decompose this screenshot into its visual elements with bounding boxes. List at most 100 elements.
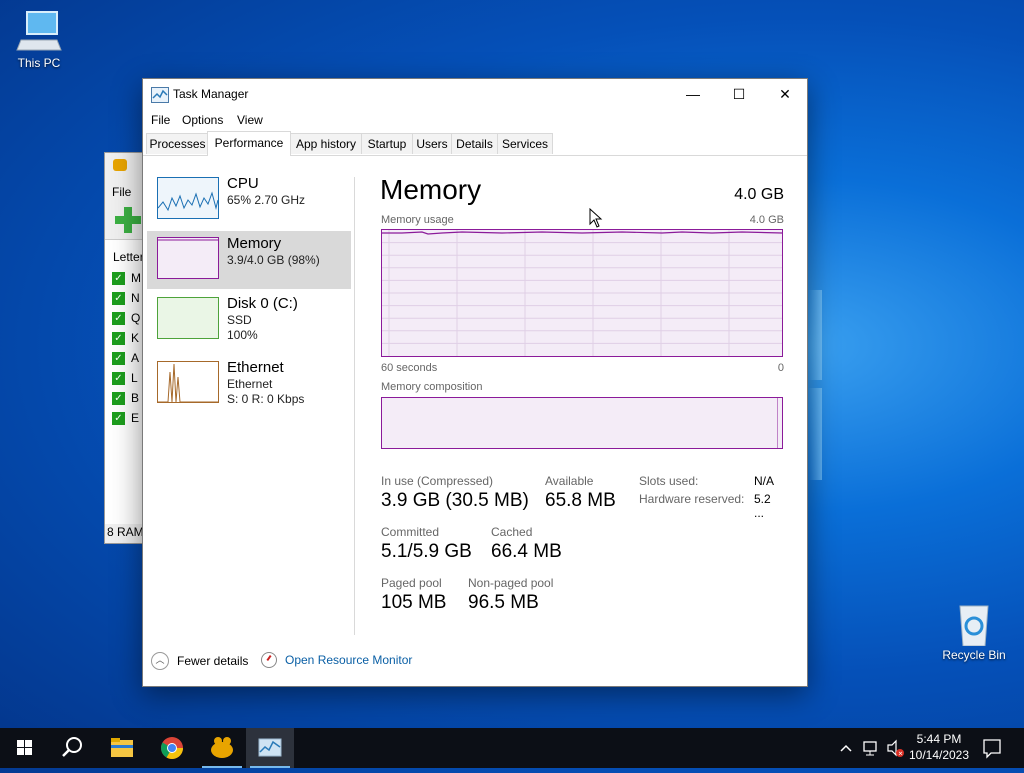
sidebar-item-cpu[interactable]: CPU 65% 2.70 GHz xyxy=(147,171,351,229)
tab-processes[interactable]: Processes xyxy=(146,133,209,154)
sidebar-item-label: Memory xyxy=(227,235,282,252)
cached-value: 66.4 MB xyxy=(491,541,562,562)
checkbox[interactable]: ✓ xyxy=(112,291,125,305)
task-manager-window[interactable]: Task Manager — ☐ ✕ File Options View Pro… xyxy=(142,78,808,687)
search-button[interactable] xyxy=(48,728,96,768)
chevron-up-icon xyxy=(840,744,852,752)
pane-divider[interactable] xyxy=(354,177,355,635)
item-label: N xyxy=(131,291,140,305)
open-resource-monitor-link[interactable]: Open Resource Monitor xyxy=(261,652,412,668)
file-explorer-button[interactable] xyxy=(98,728,146,768)
add-icon[interactable] xyxy=(115,207,141,233)
disk-thumbnail-graph xyxy=(157,297,219,339)
tab-services[interactable]: Services xyxy=(497,133,553,154)
time-axis-right: 0 xyxy=(777,362,784,374)
memory-detail-pane: Memory 4.0 GB Memory usage 4.0 GB 60 sec… xyxy=(380,174,784,624)
task-manager-icon xyxy=(151,87,169,103)
network-button[interactable] xyxy=(861,728,881,768)
committed-label: Committed xyxy=(381,525,440,539)
chevron-up-icon: ︿ xyxy=(151,652,169,670)
tab-startup[interactable]: Startup xyxy=(361,133,413,154)
resource-monitor-icon xyxy=(261,652,277,668)
composition-standby-segment xyxy=(777,398,778,448)
maximize-button[interactable]: ☐ xyxy=(716,79,762,109)
checkbox[interactable]: ✓ xyxy=(112,391,125,405)
sidebar-item-detail: 100% xyxy=(227,328,258,342)
hardware-reserved-label: Hardware reserved: xyxy=(639,492,745,506)
slots-used-label: Slots used: xyxy=(639,474,699,488)
sidebar-item-disk[interactable]: Disk 0 (C:) SSD 100% xyxy=(147,291,351,349)
sidebar-item-detail: SSD xyxy=(227,313,252,327)
checkbox[interactable]: ✓ xyxy=(112,331,125,345)
chrome-button[interactable] xyxy=(148,728,196,768)
start-button[interactable] xyxy=(0,728,48,768)
menu-file[interactable]: File xyxy=(151,113,170,127)
task-manager-icon xyxy=(258,738,282,757)
notification-icon xyxy=(983,739,1001,759)
checkbox[interactable]: ✓ xyxy=(112,351,125,365)
memory-composition-label: Memory composition xyxy=(381,381,483,393)
folder-icon xyxy=(111,738,133,757)
tab-users[interactable]: Users xyxy=(412,133,452,154)
action-center-button[interactable] xyxy=(980,728,1004,768)
page-title: Memory xyxy=(380,174,482,205)
network-icon xyxy=(863,741,877,756)
sidebar-item-detail: S: 0 R: 0 Kbps xyxy=(227,392,305,406)
sidebar-item-memory[interactable]: Memory 3.9/4.0 GB (98%) xyxy=(147,231,351,289)
ethernet-thumbnail-graph xyxy=(157,361,219,403)
desktop-icon-this-pc[interactable]: This PC xyxy=(3,10,75,70)
background-app-taskbar-button[interactable] xyxy=(198,728,246,768)
desktop-icon-label: Recycle Bin xyxy=(942,648,1006,662)
item-label: Q xyxy=(131,311,141,325)
search-icon xyxy=(62,737,82,757)
item-label: M xyxy=(131,271,141,285)
desktop-icon-recycle-bin[interactable]: Recycle Bin xyxy=(938,602,1010,662)
in-use-value: 3.9 GB (30.5 MB) xyxy=(381,490,529,511)
volume-button[interactable]: ✕ xyxy=(885,728,907,768)
sidebar-item-ethernet[interactable]: Ethernet Ethernet S: 0 R: 0 Kbps xyxy=(147,351,351,409)
checkbox[interactable]: ✓ xyxy=(112,271,125,285)
item-label: A xyxy=(131,351,140,365)
footer: ︿ Fewer details Open Resource Monitor xyxy=(143,647,807,675)
menu-view[interactable]: View xyxy=(237,113,263,127)
slots-used-value: N/A xyxy=(754,474,775,488)
close-button[interactable]: ✕ xyxy=(762,79,808,109)
checkbox[interactable]: ✓ xyxy=(112,311,125,325)
taskbar: ✕ 5:44 PM 10/14/2023 xyxy=(0,728,1024,768)
clock-date: 10/14/2023 xyxy=(908,748,970,762)
memory-usage-max: 4.0 GB xyxy=(749,214,784,226)
in-use-label: In use (Compressed) xyxy=(381,474,494,488)
checkbox[interactable]: ✓ xyxy=(112,411,125,425)
windows-logo-icon xyxy=(17,740,32,755)
task-manager-taskbar-button[interactable] xyxy=(246,728,294,768)
sidebar-item-detail: 3.9/4.0 GB (98%) xyxy=(227,253,320,267)
total-memory: 4.0 GB xyxy=(734,186,784,203)
tab-performance[interactable]: Performance xyxy=(207,131,291,156)
show-hidden-icons-button[interactable] xyxy=(838,728,854,768)
svg-text:✕: ✕ xyxy=(898,751,903,758)
menu-options[interactable]: Options xyxy=(182,113,223,127)
computer-icon xyxy=(15,10,63,54)
mouse-cursor xyxy=(589,207,603,233)
memory-usage-graph xyxy=(381,229,783,357)
committed-value: 5.1/5.9 GB xyxy=(381,541,472,562)
sidebar-item-detail: 65% 2.70 GHz xyxy=(227,193,306,207)
fewer-details-button[interactable]: ︿ Fewer details xyxy=(151,652,248,670)
tab-app-history[interactable]: App history xyxy=(290,133,362,154)
memory-composition-bar xyxy=(381,397,783,449)
available-value: 65.8 MB xyxy=(545,490,616,511)
clock[interactable]: 5:44 PM 10/14/2023 xyxy=(908,728,970,768)
cached-label: Cached xyxy=(491,525,533,539)
checkbox[interactable]: ✓ xyxy=(112,371,125,385)
title-bar[interactable]: Task Manager — ☐ ✕ xyxy=(143,79,807,109)
volume-muted-icon: ✕ xyxy=(887,739,904,758)
paged-pool-label: Paged pool xyxy=(381,576,442,590)
menu-file[interactable]: File xyxy=(112,185,131,199)
sidebar-item-label: Disk 0 (C:) xyxy=(227,295,298,312)
status-text: 8 RAM xyxy=(107,525,144,539)
tab-details[interactable]: Details xyxy=(451,133,498,154)
minimize-button[interactable]: — xyxy=(670,79,716,109)
memory-thumbnail-graph xyxy=(157,237,219,279)
hardware-reserved-value: 5.2 ... xyxy=(754,492,771,520)
tab-strip: Processes Performance App history Startu… xyxy=(143,131,807,156)
